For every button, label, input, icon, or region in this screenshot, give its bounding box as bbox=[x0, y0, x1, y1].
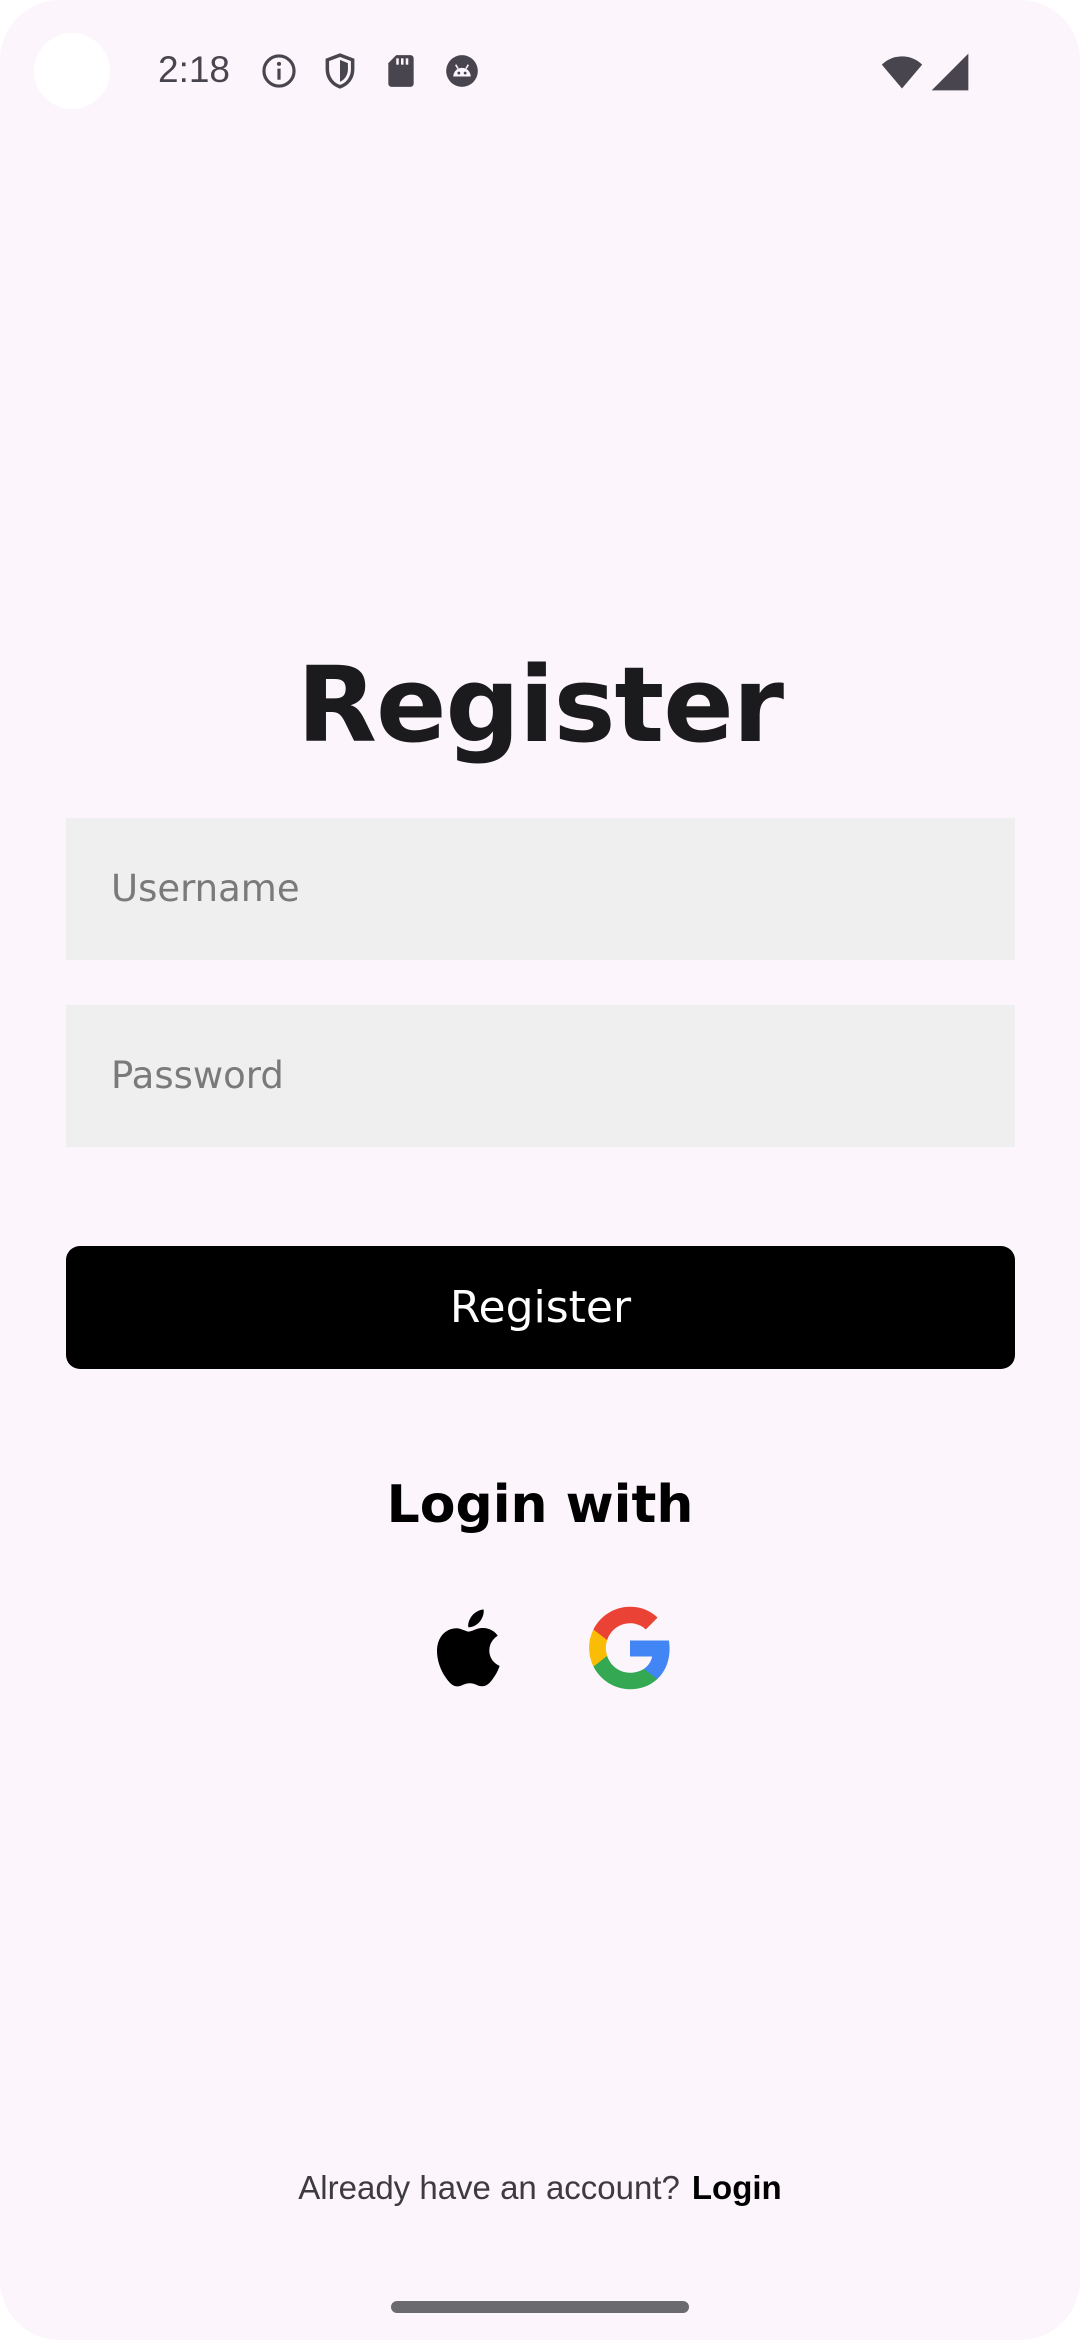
password-placeholder: Password bbox=[111, 1054, 284, 1097]
status-time: 2:18 bbox=[158, 49, 231, 90]
register-button[interactable]: Register bbox=[66, 1246, 1015, 1369]
footer: Already have an account? Login bbox=[0, 2165, 1080, 2210]
footer-prompt: Already have an account? bbox=[298, 2169, 680, 2206]
login-with-heading: Login with bbox=[386, 1475, 694, 1535]
apple-icon[interactable] bbox=[428, 1603, 518, 1693]
info-icon bbox=[260, 52, 298, 90]
camera-cutout bbox=[34, 33, 110, 109]
sd-card-icon bbox=[382, 52, 420, 90]
login-link[interactable]: Login bbox=[692, 2169, 782, 2206]
username-field[interactable]: Username bbox=[66, 818, 1015, 960]
signal-icon bbox=[928, 50, 972, 94]
shield-icon bbox=[321, 52, 359, 90]
android-icon bbox=[443, 52, 481, 90]
google-icon[interactable] bbox=[585, 1603, 675, 1693]
register-screen: 2:18 Register Username Password Register… bbox=[0, 0, 1080, 2340]
page-title: Register bbox=[296, 644, 784, 766]
status-bar: 2:18 bbox=[0, 0, 1080, 140]
username-placeholder: Username bbox=[111, 867, 300, 910]
home-indicator[interactable] bbox=[391, 2301, 689, 2313]
wifi-icon bbox=[880, 50, 924, 94]
password-field[interactable]: Password bbox=[66, 1005, 1015, 1147]
